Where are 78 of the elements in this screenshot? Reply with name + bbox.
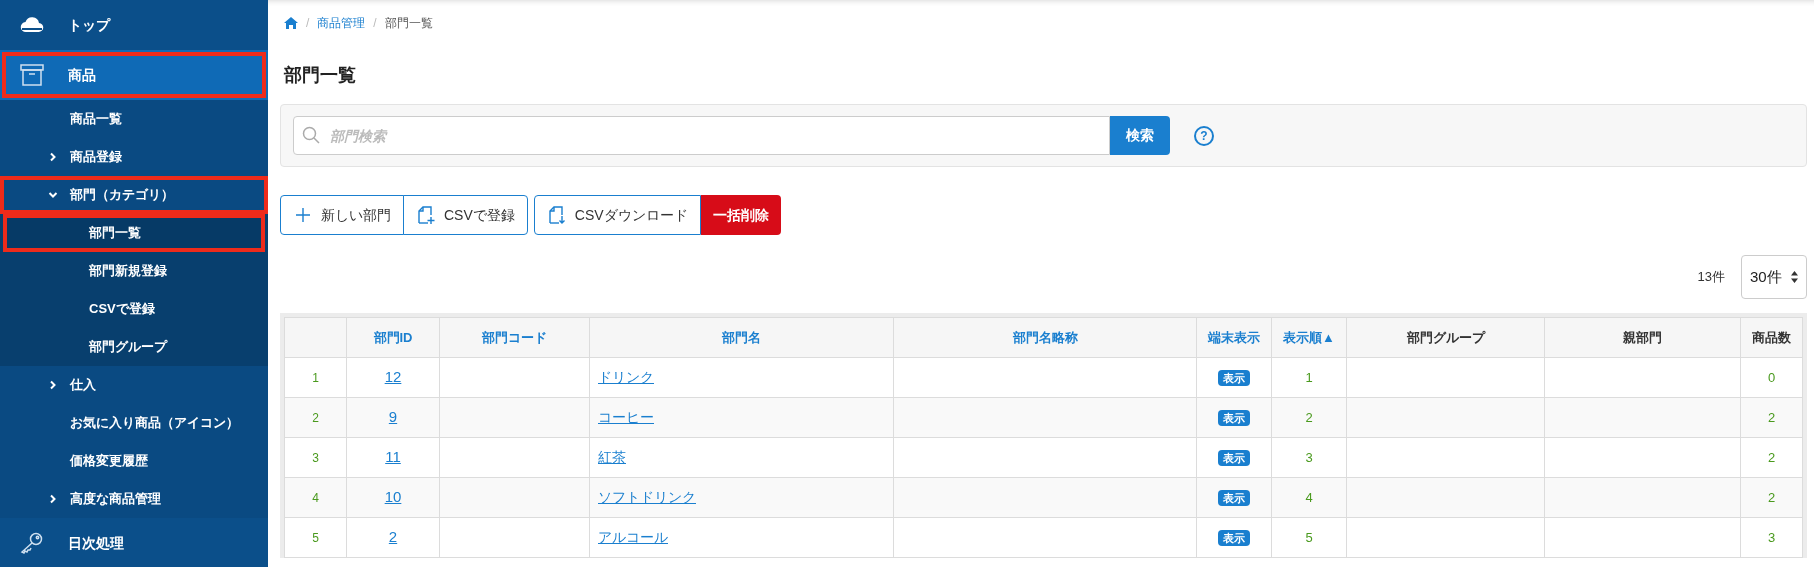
display-badge: 表示 (1218, 369, 1250, 386)
table-cell: 3 (1271, 437, 1347, 478)
breadcrumb-current: 部門一覧 (384, 15, 433, 32)
sidebar-item[interactable]: 部門（カテゴリ） (0, 176, 268, 214)
column-header[interactable]: 端末表示 (1196, 317, 1272, 358)
department-name-link[interactable]: コーヒー (598, 409, 654, 425)
breadcrumb-link[interactable]: 商品管理 (317, 14, 366, 32)
record-count: 13件 (1697, 268, 1725, 287)
row-number: 2 (284, 397, 347, 438)
department-name-link[interactable]: ドリンク (598, 369, 654, 385)
table-cell: 2 (1271, 397, 1347, 438)
table-cell: 5 (1271, 517, 1347, 558)
breadcrumb-separator: / (306, 15, 310, 32)
row-number: 4 (284, 477, 347, 518)
sidebar-item[interactable]: 商品一覧 (0, 100, 268, 138)
column-header[interactable]: 部門名略称 (893, 317, 1197, 358)
sidebar-subitem[interactable]: 部門一覧 (3, 214, 265, 252)
display-badge: 表示 (1218, 489, 1250, 506)
display-badge: 表示 (1218, 449, 1250, 466)
chevron-right-icon (48, 380, 58, 390)
file-download-icon (546, 205, 567, 225)
department-id-link[interactable]: 2 (388, 528, 398, 546)
sidebar-subitem[interactable]: 部門新規登録 (3, 252, 265, 290)
file-plus-icon (416, 205, 436, 225)
department-id-link[interactable]: 12 (384, 368, 402, 386)
search-button[interactable]: 検索 (1110, 116, 1170, 155)
bulk-delete-button[interactable]: 一括削除 (700, 195, 781, 235)
table-cell: 3 (1740, 517, 1803, 558)
display-badge: 表示 (1218, 529, 1250, 546)
column-header[interactable]: 表示順▲ (1271, 317, 1347, 358)
column-header[interactable]: 部門ID (346, 317, 440, 358)
row-number: 5 (284, 517, 347, 558)
column-header: 商品数 (1740, 317, 1803, 358)
plus-icon (293, 205, 313, 225)
sidebar-item[interactable]: 価格変更履歴 (0, 442, 268, 480)
row-number: 3 (284, 437, 347, 478)
action-button[interactable]: 新しい部門 (280, 195, 404, 235)
home-icon[interactable] (284, 17, 298, 29)
sidebar-item[interactable]: 仕入 (0, 366, 268, 404)
table-cell: 1 (1271, 357, 1347, 398)
sidebar-item[interactable]: 高度な商品管理 (0, 480, 268, 518)
breadcrumb-separator: / (373, 15, 377, 32)
department-name-link[interactable]: 紅茶 (598, 449, 626, 465)
display-badge: 表示 (1218, 409, 1250, 426)
column-header: 部門グループ (1346, 317, 1545, 358)
department-id-link[interactable]: 11 (385, 448, 401, 466)
department-name-link[interactable]: ソフトドリンク (598, 489, 696, 505)
cloud-icon (20, 16, 44, 34)
sidebar-item[interactable]: 商品登録 (0, 138, 268, 176)
help-button[interactable]: ? (1194, 125, 1214, 146)
sidebar-section[interactable]: 商品 (0, 50, 268, 100)
sort-arrows-icon (1791, 271, 1798, 283)
chevron-right-icon (48, 152, 58, 162)
chevron-down-icon (48, 190, 58, 200)
search-field[interactable]: 部門検索 (293, 116, 1110, 155)
table-cell: 4 (1271, 477, 1347, 518)
action-button[interactable]: CSVで登録 (403, 195, 528, 235)
table-cell: 2 (1740, 437, 1803, 478)
action-button[interactable]: CSVダウンロード (533, 195, 701, 235)
department-id-link[interactable]: 10 (384, 488, 402, 506)
search-icon (302, 126, 320, 144)
key-icon (20, 532, 44, 554)
box-icon (20, 64, 44, 86)
sidebar-subitem[interactable]: 部門グループ (3, 328, 265, 366)
sidebar-item[interactable]: お気に入り商品（アイコン） (0, 404, 268, 442)
column-header[interactable]: 部門コード (439, 317, 590, 358)
column-header: 親部門 (1544, 317, 1741, 358)
table-cell: 2 (1740, 477, 1803, 518)
page-size-select[interactable]: 30件 (1741, 255, 1807, 299)
department-name-link[interactable]: アルコール (598, 529, 668, 545)
department-id-link[interactable]: 9 (388, 408, 398, 426)
chevron-right-icon (48, 494, 58, 504)
page-title: 部門一覧 (283, 63, 357, 87)
table-cell: 2 (1740, 397, 1803, 438)
row-number: 1 (284, 357, 347, 398)
table-cell: 0 (1740, 357, 1803, 398)
column-header[interactable]: 部門名 (589, 317, 894, 358)
sidebar-subitem[interactable]: CSVで登録 (3, 290, 265, 328)
